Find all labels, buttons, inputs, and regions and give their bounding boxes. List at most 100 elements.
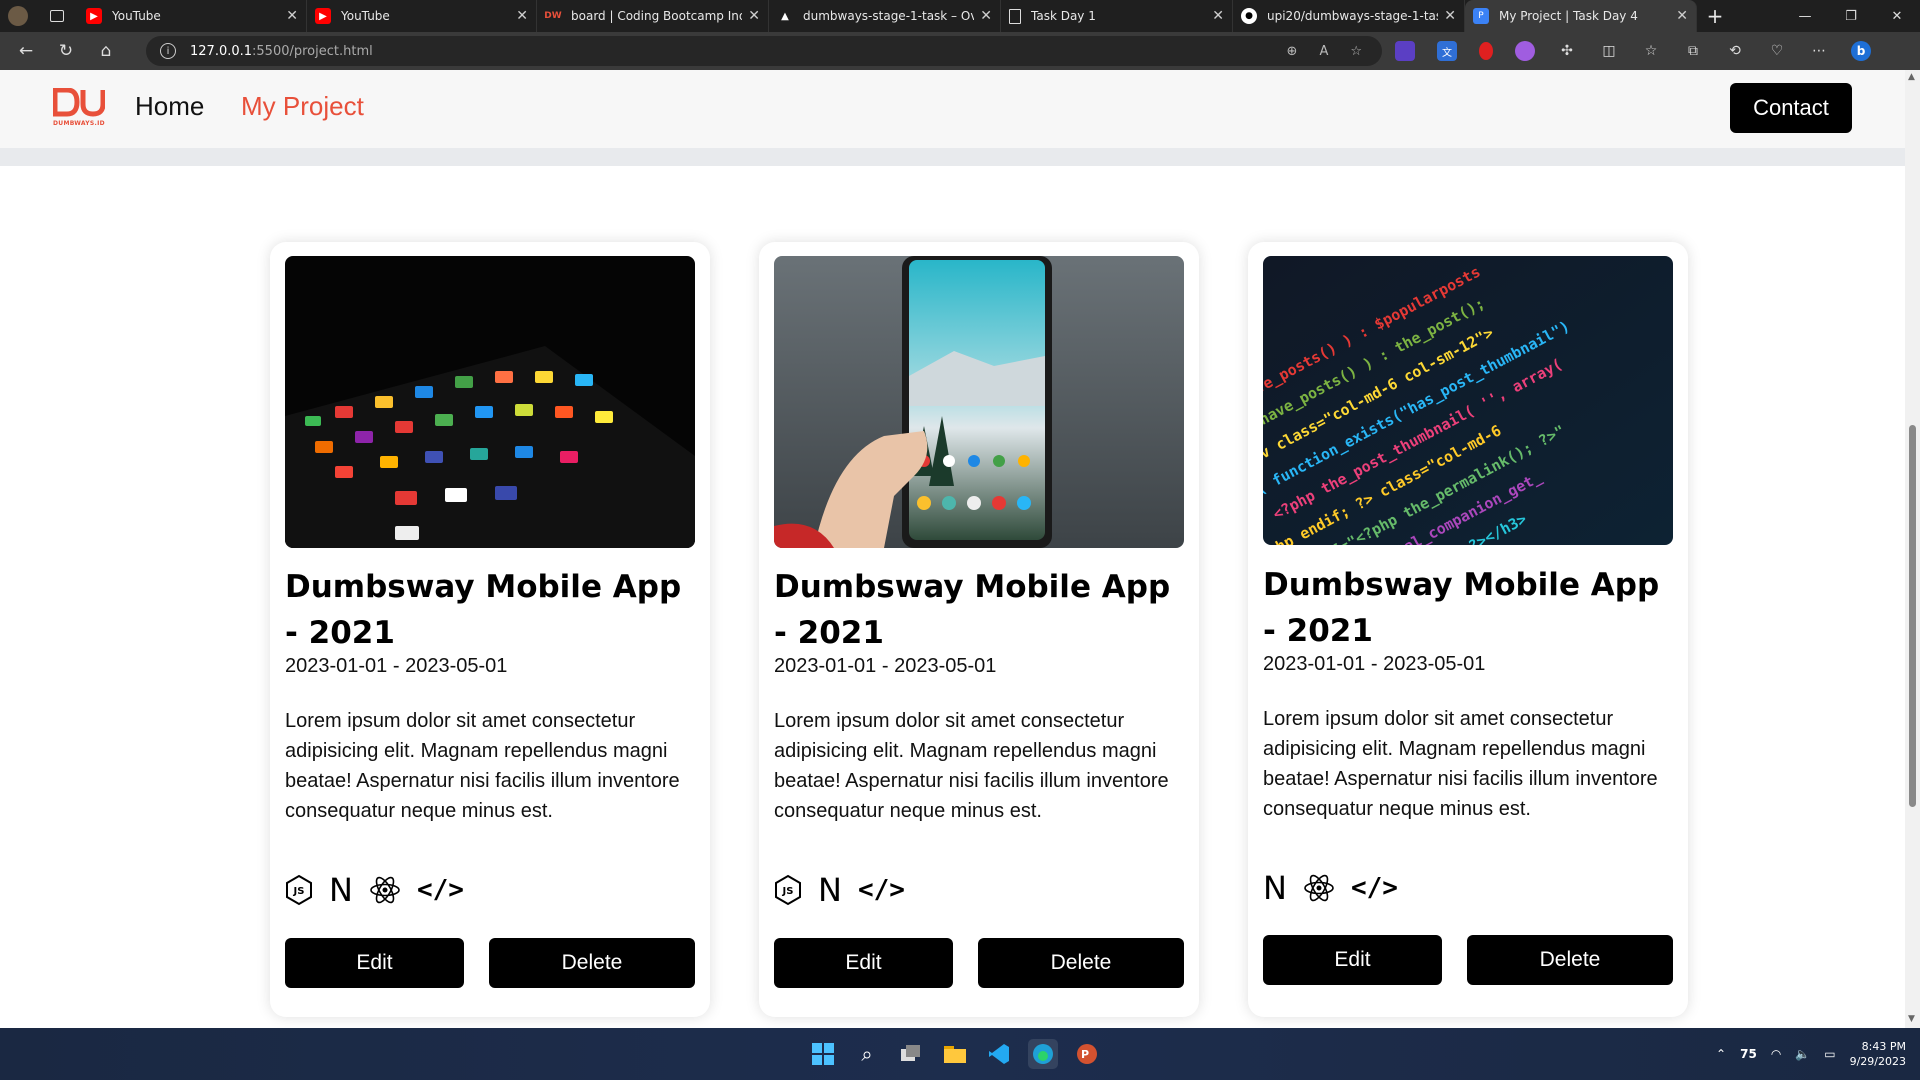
read-aloud-icon[interactable]: A bbox=[1319, 44, 1328, 59]
edge-icon[interactable] bbox=[1028, 1039, 1058, 1069]
wifi-icon[interactable]: ◠ bbox=[1771, 1047, 1781, 1061]
close-window-icon[interactable]: ✕ bbox=[1874, 0, 1920, 32]
delete-button[interactable]: Delete bbox=[978, 938, 1184, 988]
chevron-up-icon[interactable]: ⌃ bbox=[1716, 1047, 1726, 1061]
nextjs-icon: N bbox=[329, 871, 353, 909]
code-icon: </> bbox=[1350, 873, 1398, 903]
close-tab-icon[interactable]: ✕ bbox=[516, 8, 528, 24]
site-navbar: DUMBWAYS.ID Home My Project Contact bbox=[0, 70, 1905, 148]
powerpoint-icon[interactable]: P bbox=[1072, 1039, 1102, 1069]
url-path: :5500/project.html bbox=[252, 43, 373, 59]
battery-icon[interactable]: ▭ bbox=[1824, 1047, 1835, 1061]
svg-text:JS: JS bbox=[293, 886, 305, 897]
history-icon[interactable]: ⟲ bbox=[1725, 41, 1745, 61]
address-bar[interactable]: i 127.0.0.1:5500/project.html ⊕ A ☆ bbox=[146, 36, 1382, 66]
dumbways-logo[interactable]: DUMBWAYS.ID bbox=[52, 87, 106, 130]
system-tray: ⌃ 75 ◠ 🔈 ▭ 8:43 PM 9/29/2023 bbox=[1716, 1028, 1906, 1080]
extension-icon[interactable] bbox=[1479, 42, 1493, 60]
favorite-star-icon[interactable]: ☆ bbox=[1350, 44, 1362, 59]
windows-start-icon[interactable] bbox=[808, 1039, 838, 1069]
browser-toolbar: ← ↻ ⌂ i 127.0.0.1:5500/project.html ⊕ A … bbox=[0, 32, 1920, 70]
close-tab-icon[interactable]: ✕ bbox=[980, 8, 992, 24]
scroll-up-icon[interactable]: ▲ bbox=[1908, 72, 1915, 82]
profile-avatar[interactable] bbox=[0, 0, 42, 32]
nav-my-project-link[interactable]: My Project bbox=[241, 91, 364, 122]
collections-icon[interactable]: ⧉ bbox=[1683, 41, 1703, 61]
volume-icon[interactable]: 🔈 bbox=[1795, 1047, 1810, 1061]
more-menu-icon[interactable]: ⋯ bbox=[1809, 41, 1829, 61]
project-card[interactable]: if ( have_posts() ) : $popularposts whil… bbox=[1248, 242, 1688, 1017]
contact-button[interactable]: Contact bbox=[1730, 83, 1852, 133]
project-title[interactable]: Dumbsway Mobile App - 2021 bbox=[774, 564, 1184, 656]
project-title[interactable]: Dumbsway Mobile App - 2021 bbox=[285, 564, 695, 656]
close-tab-icon[interactable]: ✕ bbox=[1444, 8, 1456, 24]
svg-text:JS: JS bbox=[782, 886, 794, 897]
close-tab-icon[interactable]: ✕ bbox=[286, 8, 298, 24]
performance-icon[interactable]: ♡ bbox=[1767, 41, 1787, 61]
react-icon bbox=[1303, 871, 1335, 905]
extensions-puzzle-icon[interactable]: ✣ bbox=[1557, 41, 1577, 61]
nodejs-icon: JS bbox=[774, 873, 802, 907]
close-tab-icon[interactable]: ✕ bbox=[1676, 8, 1688, 24]
task-view-icon[interactable] bbox=[896, 1039, 926, 1069]
site-info-icon[interactable]: i bbox=[160, 43, 176, 59]
split-screen-icon[interactable]: ◫ bbox=[1599, 41, 1619, 61]
tab-actions-icon[interactable] bbox=[42, 0, 78, 32]
project-card[interactable]: Dumbsway Mobile App - 2021 2023-01-01 - … bbox=[270, 242, 710, 1017]
search-icon[interactable]: ⌕ bbox=[852, 1039, 882, 1069]
new-tab-button[interactable]: + bbox=[1697, 0, 1733, 32]
extensions-bar: 文 ✣ ◫ ☆ ⧉ ⟲ ♡ ⋯ b bbox=[1395, 32, 1871, 70]
browser-tab[interactable]: Task Day 1 ✕ bbox=[1001, 0, 1233, 32]
page-viewport: DUMBWAYS.ID Home My Project Contact Dumb… bbox=[0, 70, 1905, 1028]
project-image[interactable] bbox=[285, 256, 695, 548]
project-title[interactable]: Dumbsway Mobile App - 2021 bbox=[1263, 562, 1673, 654]
browser-tab[interactable]: ▶ YouTube ✕ bbox=[307, 0, 537, 32]
taskbar-apps: ⌕ P bbox=[808, 1028, 1102, 1080]
favorites-icon[interactable]: ☆ bbox=[1641, 41, 1661, 61]
project-image[interactable]: if ( have_posts() ) : $popularposts whil… bbox=[1263, 256, 1673, 545]
edit-button[interactable]: Edit bbox=[774, 938, 953, 988]
file-icon bbox=[1009, 8, 1021, 24]
close-tab-icon[interactable]: ✕ bbox=[748, 8, 760, 24]
delete-button[interactable]: Delete bbox=[1467, 935, 1673, 985]
tab-title: YouTube bbox=[341, 9, 390, 23]
translate-icon[interactable]: 文 bbox=[1437, 41, 1457, 61]
scrollbar-thumb[interactable] bbox=[1909, 425, 1916, 807]
tab-title: upi20/dumbways-stage-1-task bbox=[1267, 9, 1439, 23]
nav-home-link[interactable]: Home bbox=[135, 91, 204, 122]
scroll-down-icon[interactable]: ▼ bbox=[1908, 1014, 1915, 1024]
tray-number[interactable]: 75 bbox=[1740, 1047, 1757, 1061]
delete-button[interactable]: Delete bbox=[489, 938, 695, 988]
file-explorer-icon[interactable] bbox=[940, 1039, 970, 1069]
clock[interactable]: 8:43 PM 9/29/2023 bbox=[1850, 1039, 1906, 1069]
restore-icon[interactable]: ❐ bbox=[1828, 0, 1874, 32]
vscode-icon[interactable] bbox=[984, 1039, 1014, 1069]
browser-tab[interactable]: ▶ YouTube ✕ bbox=[78, 0, 307, 32]
extension-icon[interactable] bbox=[1515, 41, 1535, 61]
windows-taskbar: ⌕ P ⌃ 75 ◠ 🔈 ▭ 8:43 PM 9/29/2023 bbox=[0, 1028, 1920, 1080]
bing-copilot-icon[interactable]: b bbox=[1851, 41, 1871, 61]
extension-icon[interactable] bbox=[1395, 41, 1415, 61]
minimize-icon[interactable]: — bbox=[1782, 0, 1828, 32]
reload-icon[interactable]: ↻ bbox=[46, 32, 86, 70]
project-image[interactable] bbox=[774, 256, 1184, 548]
edit-button[interactable]: Edit bbox=[1263, 935, 1442, 985]
page-scrollbar[interactable]: ▲ ▼ bbox=[1905, 70, 1920, 1028]
edit-button[interactable]: Edit bbox=[285, 938, 464, 988]
react-icon bbox=[369, 873, 401, 907]
browser-tab-strip: ▶ YouTube ✕ ▶ YouTube ✕ DW board | Codin… bbox=[0, 0, 1920, 32]
browser-tab[interactable]: ● upi20/dumbways-stage-1-task ✕ bbox=[1233, 0, 1465, 32]
browser-tab-active[interactable]: P My Project | Task Day 4 ✕ bbox=[1465, 0, 1697, 32]
youtube-icon: ▶ bbox=[86, 8, 102, 24]
github-icon: ● bbox=[1241, 8, 1257, 24]
browser-tab[interactable]: ▲ dumbways-stage-1-task – Over ✕ bbox=[769, 0, 1001, 32]
tech-icons: N </> bbox=[1263, 869, 1398, 907]
zoom-icon[interactable]: ⊕ bbox=[1287, 44, 1298, 59]
project-card[interactable]: Dumbsway Mobile App - 2021 2023-01-01 - … bbox=[759, 242, 1199, 1017]
back-icon[interactable]: ← bbox=[6, 32, 46, 70]
project-description: Lorem ipsum dolor sit amet consectetur a… bbox=[774, 710, 1169, 822]
browser-tab[interactable]: DW board | Coding Bootcamp Indo ✕ bbox=[537, 0, 769, 32]
home-icon[interactable]: ⌂ bbox=[86, 32, 126, 70]
close-tab-icon[interactable]: ✕ bbox=[1212, 8, 1224, 24]
dumbways-icon: DW bbox=[544, 11, 562, 21]
